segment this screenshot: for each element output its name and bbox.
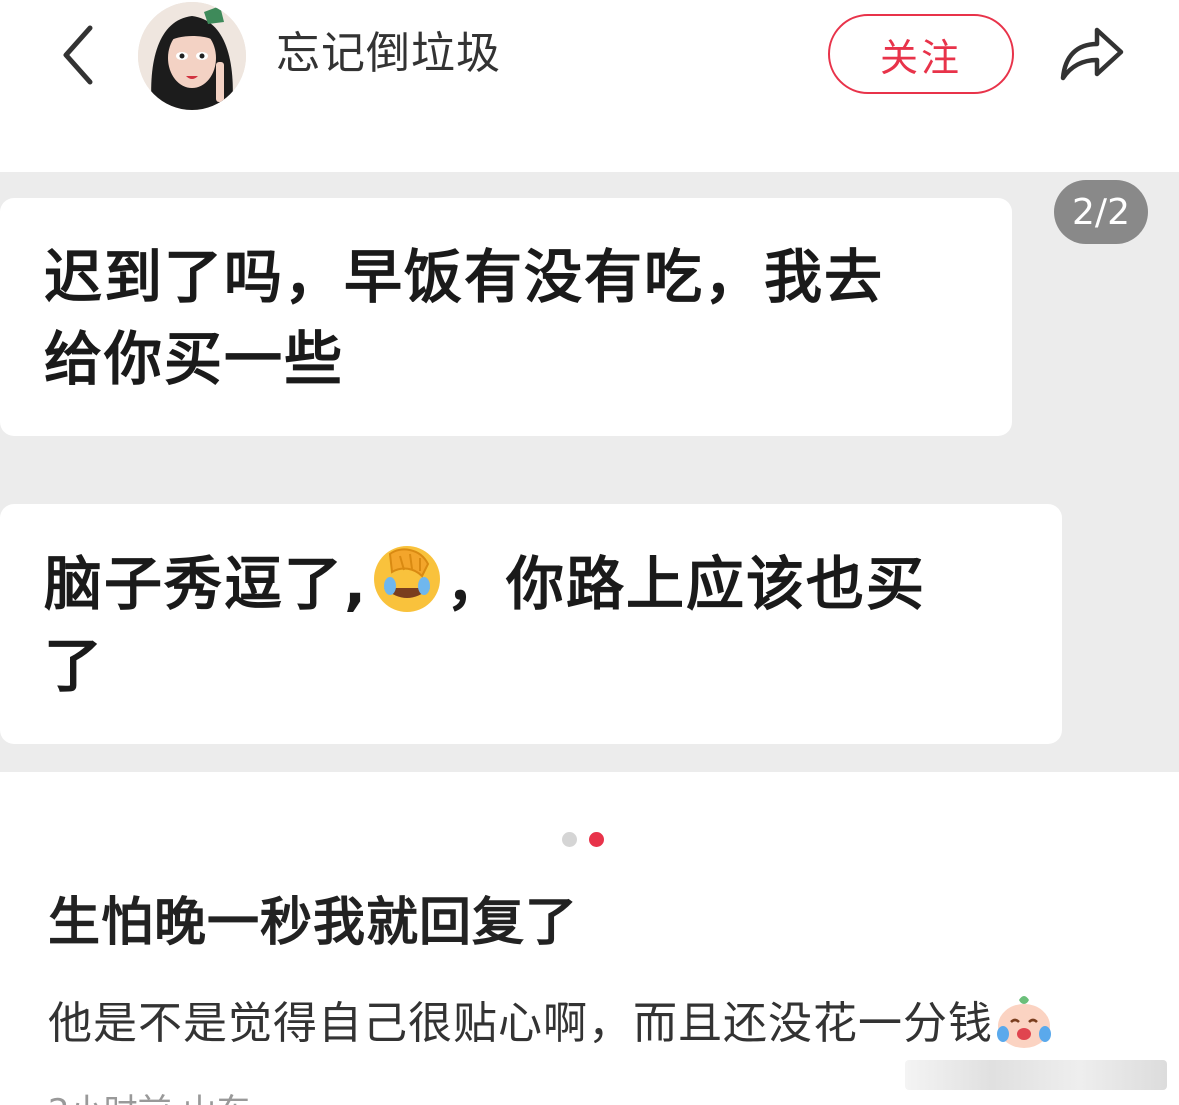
username[interactable]: 忘记倒垃圾 (276, 26, 501, 82)
image-page-counter: 2/2 (1054, 180, 1148, 244)
pager-dot[interactable] (562, 832, 577, 847)
pager-dot-active[interactable] (589, 832, 604, 847)
post-detail-page: 忘记倒垃圾 关注 迟到了吗，早饭有没有吃，我去 给你买一些 脑子秀逗了, ，你路… (0, 0, 1179, 1105)
blurred-watermark (905, 1060, 1167, 1090)
top-bar: 忘记倒垃圾 关注 (0, 0, 1179, 120)
message-text: ，你路上应该也买 (446, 550, 927, 618)
message-line: 迟到了吗，早饭有没有吃，我去 (44, 243, 885, 311)
post-meta: 2小时前 山东 (48, 1092, 250, 1105)
share-button[interactable] (1052, 18, 1132, 88)
share-arrow-icon (1060, 27, 1124, 81)
message-line: 了 (44, 632, 105, 700)
post-body: 他是不是觉得自己很贴心啊，而且还没花一分钱 (48, 990, 1055, 1054)
post-title: 生怕晚一秒我就回复了 (48, 893, 579, 953)
chat-message-bubble: 迟到了吗，早饭有没有吃，我去 给你买一些 (0, 198, 1012, 436)
carousel-pager (562, 832, 604, 847)
message-line: 给你买一些 (44, 325, 345, 393)
chat-message-bubble: 脑子秀逗了, ，你路上应该也买 了 (0, 504, 1062, 744)
crying-baby-emoji-icon (997, 996, 1051, 1048)
follow-button[interactable]: 关注 (828, 14, 1014, 94)
chevron-left-icon (63, 25, 93, 85)
avatar[interactable] (138, 2, 246, 110)
post-body-text: 他是不是觉得自己很贴心啊，而且还没花一分钱 (48, 998, 993, 1049)
back-button[interactable] (48, 20, 108, 90)
facepalm-laughing-emoji-icon (374, 546, 441, 612)
message-line: 脑子秀逗了, ，你路上应该也买 (44, 542, 1062, 625)
avatar-illustration-icon (138, 2, 246, 110)
message-text: 脑子秀逗了, (44, 550, 369, 618)
